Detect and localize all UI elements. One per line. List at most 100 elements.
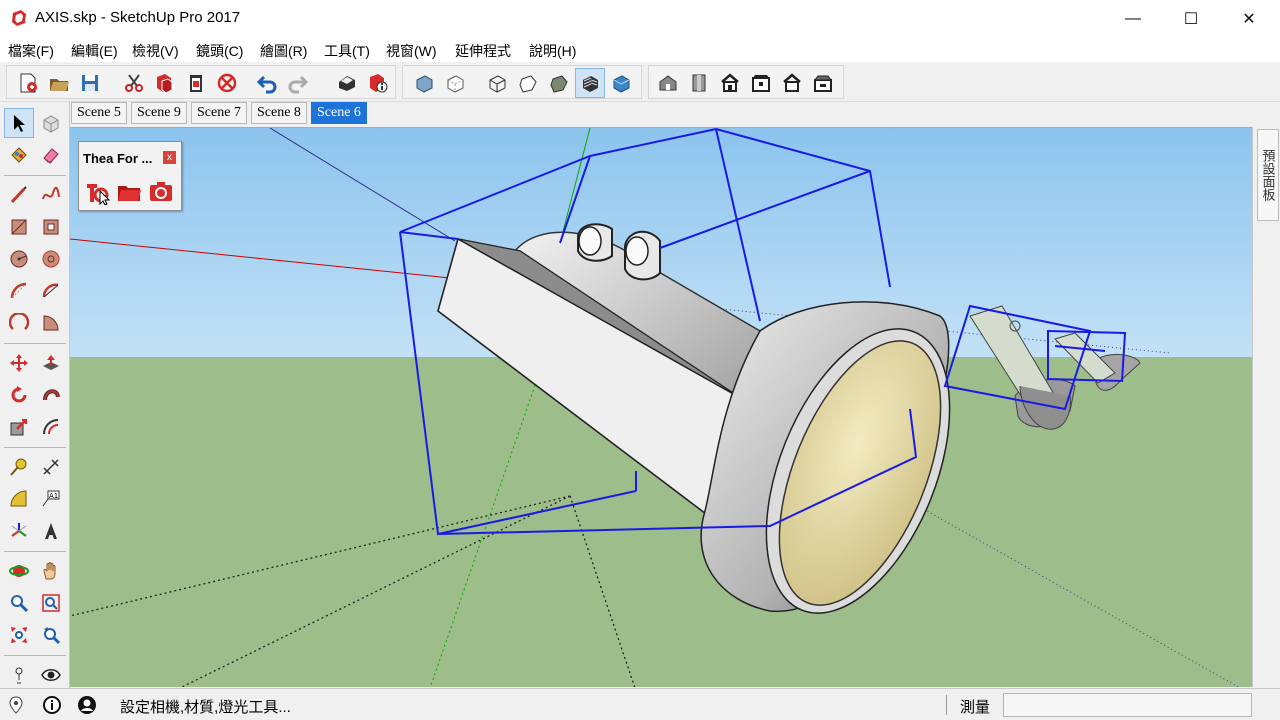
make-component-icon[interactable] (36, 108, 66, 138)
move-tool-icon[interactable] (4, 348, 34, 378)
user-account-icon[interactable] (77, 695, 97, 715)
right-view-icon[interactable] (746, 68, 776, 98)
tool-separator (4, 343, 66, 344)
pie-tool-icon[interactable] (36, 308, 66, 338)
tab-scene-5[interactable]: Scene 5 (71, 102, 127, 124)
follow-me-icon[interactable] (36, 380, 66, 410)
top-view-icon[interactable] (684, 68, 714, 98)
circle-tool-icon[interactable] (4, 244, 34, 274)
text-tool-icon[interactable]: A1 (36, 484, 66, 514)
paste-icon[interactable] (181, 68, 211, 98)
tool-separator (4, 175, 66, 176)
paint-bucket-icon[interactable] (4, 140, 34, 170)
thea-panel-title: Thea For ... (83, 151, 153, 166)
menu-extensions[interactable]: 延伸程式 (455, 41, 511, 61)
minimize-button[interactable]: — (1104, 0, 1162, 38)
hidden-line-style-icon[interactable] (513, 68, 543, 98)
cut-icon[interactable] (119, 68, 149, 98)
geolocation-icon[interactable] (6, 695, 26, 715)
three-point-arc-icon[interactable] (4, 308, 34, 338)
menu-window[interactable]: 視窗(W) (386, 41, 437, 61)
freehand-tool-icon[interactable] (36, 180, 66, 210)
standard-toolbar (6, 65, 396, 99)
menu-bar: 檔案(F) 編輯(E) 檢視(V) 鏡頭(C) 繪圖(R) 工具(T) 視窗(W… (0, 38, 1280, 62)
back-view-icon[interactable] (777, 68, 807, 98)
copy-icon[interactable] (150, 68, 180, 98)
maximize-button[interactable]: ☐ (1162, 0, 1220, 38)
pan-hand-icon[interactable] (36, 556, 66, 586)
tool-separator (4, 551, 66, 552)
orbit-tool-icon[interactable] (4, 556, 34, 586)
zoom-extents-icon[interactable] (4, 620, 34, 650)
monochrome-style-icon[interactable] (606, 68, 636, 98)
rotated-rectangle-icon[interactable] (36, 212, 66, 242)
tab-scene-6[interactable]: Scene 6 (311, 102, 367, 124)
shaded-style-icon[interactable] (544, 68, 574, 98)
back-edges-style-icon[interactable] (440, 68, 470, 98)
title-bar: AXIS.skp - SketchUp Pro 2017 — ☐ ✕ (0, 0, 1280, 38)
position-camera-icon[interactable] (4, 660, 34, 690)
model-info-icon[interactable] (363, 68, 393, 98)
left-view-icon[interactable] (808, 68, 838, 98)
protractor-icon[interactable] (4, 484, 34, 514)
eraser-icon[interactable] (36, 140, 66, 170)
styles-toolbar (402, 65, 642, 99)
shaded-textures-style-icon[interactable] (575, 68, 605, 98)
sketchup-logo-icon (12, 10, 26, 26)
menu-tools[interactable]: 工具(T) (324, 41, 370, 61)
polygon-tool-icon[interactable] (36, 244, 66, 274)
tab-scene-9[interactable]: Scene 9 (131, 102, 187, 124)
zoom-tool-icon[interactable] (4, 588, 34, 618)
undo-icon[interactable] (252, 68, 282, 98)
thea-render-icon[interactable] (83, 178, 111, 206)
scale-tool-icon[interactable] (4, 412, 34, 442)
xray-style-icon[interactable] (409, 68, 439, 98)
tape-measure-icon[interactable] (4, 452, 34, 482)
offset-tool-icon[interactable] (36, 412, 66, 442)
previous-view-icon[interactable] (36, 620, 66, 650)
thea-close-button[interactable]: x (163, 151, 176, 164)
scene-tabs: Scene 5 Scene 9 Scene 7 Scene 8 Scene 6 (70, 102, 1260, 126)
model-viewport[interactable]: Thea For ... x (70, 127, 1252, 687)
line-tool-icon[interactable] (4, 180, 34, 210)
open-folder-icon[interactable] (44, 68, 74, 98)
front-view-icon[interactable] (715, 68, 745, 98)
wireframe-style-icon[interactable] (482, 68, 512, 98)
tab-scene-7[interactable]: Scene 7 (191, 102, 247, 124)
save-icon[interactable] (75, 68, 105, 98)
tab-scene-8[interactable]: Scene 8 (251, 102, 307, 124)
menu-draw[interactable]: 繪圖(R) (260, 41, 307, 61)
iso-view-icon[interactable] (653, 68, 683, 98)
tool-separator (4, 655, 66, 656)
measurements-input[interactable] (1003, 693, 1252, 717)
look-around-icon[interactable] (36, 660, 66, 690)
rotate-tool-icon[interactable] (4, 380, 34, 410)
thea-folder-icon[interactable] (115, 178, 143, 206)
default-tray-tab[interactable]: 預設面板 (1257, 129, 1279, 221)
two-point-arc-icon[interactable] (36, 276, 66, 306)
rectangle-tool-icon[interactable] (4, 212, 34, 242)
arc-tool-icon[interactable] (4, 276, 34, 306)
close-button[interactable]: ✕ (1220, 0, 1278, 38)
print-icon[interactable] (332, 68, 362, 98)
credits-info-icon[interactable] (42, 695, 62, 715)
redo-icon[interactable] (283, 68, 313, 98)
dimension-tool-icon[interactable] (36, 452, 66, 482)
push-pull-icon[interactable] (36, 348, 66, 378)
axes-tool-icon[interactable] (4, 516, 34, 546)
menu-camera[interactable]: 鏡頭(C) (196, 41, 243, 61)
menu-view[interactable]: 檢視(V) (132, 41, 179, 61)
menu-help[interactable]: 說明(H) (529, 41, 576, 61)
erase-icon[interactable] (212, 68, 242, 98)
select-tool-icon[interactable] (4, 108, 34, 138)
thea-camera-icon[interactable] (147, 178, 175, 206)
tool-separator (4, 447, 66, 448)
main-toolbar (0, 62, 1280, 102)
menu-file[interactable]: 檔案(F) (8, 41, 54, 61)
views-toolbar (648, 65, 844, 99)
3d-text-icon[interactable] (36, 516, 66, 546)
menu-edit[interactable]: 編輯(E) (71, 41, 118, 61)
zoom-window-icon[interactable] (36, 588, 66, 618)
new-file-icon[interactable] (13, 68, 43, 98)
window-title: AXIS.skp - SketchUp Pro 2017 (35, 9, 241, 26)
